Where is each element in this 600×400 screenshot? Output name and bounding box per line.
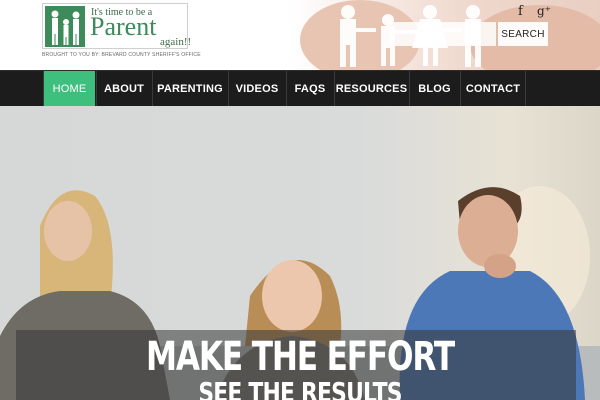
google-plus-icon[interactable]: g⁺	[537, 4, 551, 18]
search-input[interactable]	[390, 22, 496, 46]
hero-headline: MAKE THE EFFORT	[146, 334, 455, 380]
family-silhouette-icon	[45, 6, 85, 47]
hero-section: MAKE THE EFFORT SEE THE RESULTS	[0, 106, 600, 400]
nav-item-parenting[interactable]: PARENTING	[152, 71, 227, 107]
site-logo[interactable]: It's time to be a Parent again!!	[42, 3, 192, 49]
nav-item-blog[interactable]: BLOG	[409, 71, 459, 107]
nav-item-faqs[interactable]: FAQS	[286, 71, 333, 107]
logo-tagline: BROUGHT TO YOU BY: BREVARD COUNTY SHERIF…	[42, 52, 201, 58]
logo-word: Parent	[90, 12, 157, 41]
nav-item-about[interactable]: ABOUT	[96, 71, 151, 107]
nav-item-contact[interactable]: CONTACT	[460, 71, 526, 107]
hero-subhead: SEE THE RESULTS	[198, 376, 402, 400]
facebook-icon[interactable]: f	[518, 4, 523, 19]
search-button[interactable]: SEARCH	[498, 22, 548, 46]
logo-again-text: again!!	[160, 36, 192, 48]
site-header: It's time to be a Parent again!! BROUGHT…	[0, 0, 600, 70]
nav-item-home[interactable]: HOME	[43, 71, 95, 107]
nav-item-videos[interactable]: VIDEOS	[228, 71, 285, 107]
main-navigation: HOME ABOUT PARENTING VIDEOS FAQS RESOURC…	[0, 70, 600, 107]
nav-item-resources[interactable]: RESOURCES	[334, 71, 408, 107]
